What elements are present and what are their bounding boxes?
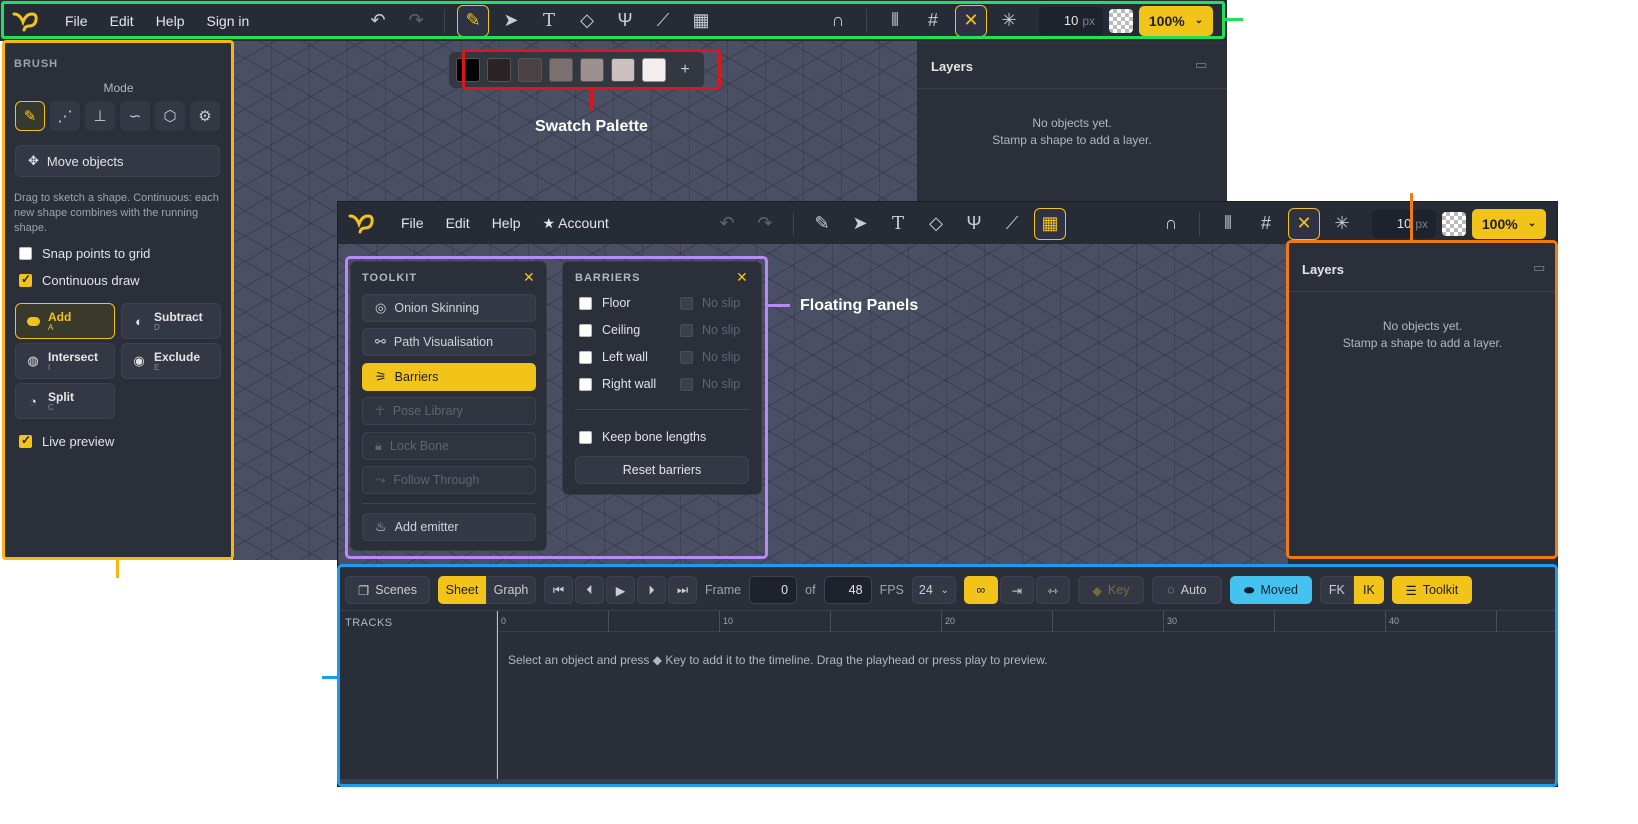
floating-callout: Floating Panels — [800, 297, 919, 314]
undo-icon[interactable]: ↶ — [711, 208, 743, 240]
menu-help[interactable]: Help — [481, 215, 532, 231]
green-outline — [1, 1, 1225, 39]
path-nodes-icon[interactable]: ⟋ — [996, 208, 1028, 240]
zoom-value: 100% — [1481, 215, 1518, 232]
layers-divider — [917, 88, 1227, 89]
grid-icon[interactable]: # — [1250, 208, 1282, 240]
logo-icon[interactable] — [346, 208, 376, 238]
grid-size-input[interactable]: 10 px — [1372, 209, 1436, 238]
text-tool-icon[interactable]: T — [882, 208, 914, 240]
folder-icon[interactable]: ▭ — [1195, 57, 1207, 73]
back-layers-title: Layers — [931, 59, 973, 74]
menu-account[interactable]: ★ Account — [531, 215, 619, 232]
select-arrow-icon[interactable]: ➤ — [844, 208, 876, 240]
swatch-callout: Swatch Palette — [535, 118, 648, 135]
blue-outline — [337, 564, 1558, 787]
background-swatch-icon[interactable] — [1442, 211, 1466, 236]
menu-file[interactable]: File — [390, 215, 435, 231]
star-icon: ★ — [542, 214, 559, 231]
blue-tick — [322, 676, 337, 679]
back-layers-msg2: Stamp a shape to add a layer. — [992, 133, 1152, 147]
orange-outline — [1286, 240, 1558, 559]
redo-icon[interactable]: ↷ — [749, 208, 781, 240]
chevron-down-icon: ⌄ — [1527, 218, 1537, 229]
toolbar-divider — [793, 211, 794, 236]
menu-account-label: Account — [558, 214, 609, 231]
menu-edit[interactable]: Edit — [435, 215, 481, 231]
shapes-icon[interactable]: ◇ — [920, 208, 952, 240]
orange-tick — [1410, 193, 1413, 240]
red-tick — [590, 90, 593, 110]
green-tick — [1225, 18, 1243, 21]
yellow-outline — [2, 40, 234, 560]
toolbar-divider — [1199, 211, 1200, 236]
pen-tool-icon[interactable]: ✎ — [806, 208, 838, 240]
iso-grid-icon[interactable]: ✕ — [1288, 207, 1320, 240]
grid-size-unit: px — [1415, 216, 1428, 231]
magnet-icon[interactable]: ∩ — [1155, 208, 1187, 240]
flip-icon[interactable]: ⫴ — [1212, 208, 1244, 240]
purple-tick — [768, 304, 790, 307]
front-toolbar-right: ∩ ⫴ # ✕ ✳ 10 px 100% ⌄ — [1155, 207, 1546, 240]
back-layers-empty: No objects yet. Stamp a shape to add a l… — [917, 115, 1227, 149]
snap-star-icon[interactable]: ✳ — [1326, 208, 1358, 240]
bones-icon[interactable]: Ψ — [958, 208, 990, 240]
timeline-panel-icon[interactable]: ▦ — [1034, 207, 1066, 240]
front-toolbar: ↶ ↷ ✎ ➤ T ◇ Ψ ⟋ ▦ — [711, 207, 1066, 240]
red-outline — [462, 49, 721, 90]
back-layers-msg1: No objects yet. — [1032, 116, 1112, 130]
yellow-tick — [116, 560, 119, 578]
purple-outline — [345, 256, 768, 559]
zoom-dropdown[interactable]: 100% ⌄ — [1472, 208, 1546, 239]
